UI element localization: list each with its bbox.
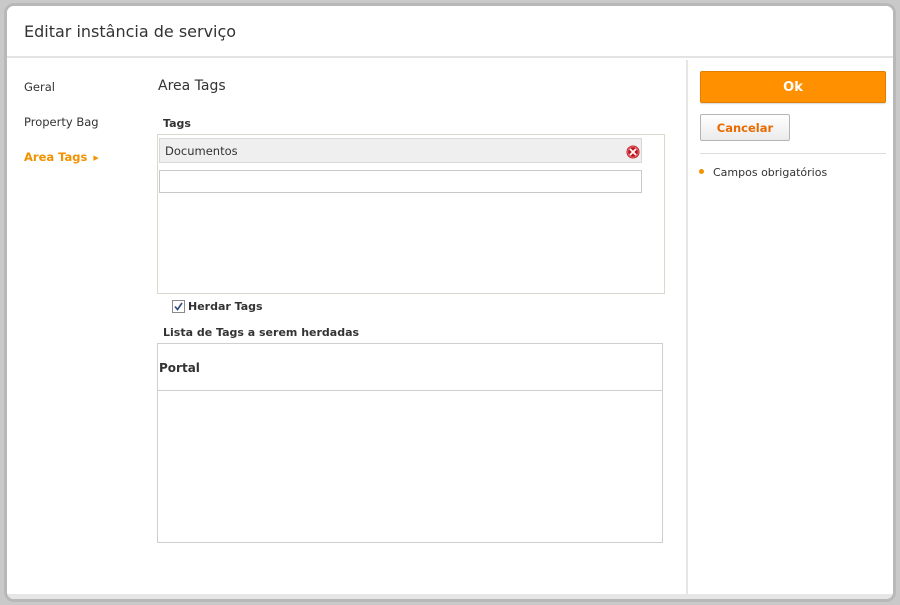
- required-fields-note: Campos obrigatórios: [699, 166, 827, 179]
- dialog-title: Editar instância de serviço: [24, 22, 237, 41]
- section-title: Area Tags: [158, 78, 226, 94]
- tag-chip-text: Documentos: [165, 144, 238, 158]
- tags-label: Tags: [163, 117, 191, 130]
- nav-item-property-bag[interactable]: Property Bag: [24, 115, 99, 129]
- edit-service-instance-dialog: Editar instância de serviço Geral Proper…: [4, 3, 896, 602]
- inherit-list-label: Lista de Tags a serem herdadas: [163, 326, 360, 339]
- nav-item-label: Property Bag: [24, 115, 99, 129]
- list-item: Portal: [158, 344, 662, 391]
- tag-input[interactable]: [159, 170, 642, 193]
- tag-chip: Documentos: [159, 138, 642, 163]
- nav-item-label: Geral: [24, 80, 55, 94]
- divider: [700, 153, 886, 154]
- triangle-right-icon: ▶: [93, 154, 99, 162]
- inherit-tags-checkbox[interactable]: [172, 300, 185, 313]
- checkmark-icon: [174, 302, 183, 311]
- inherit-list-box: Portal: [157, 343, 663, 543]
- bullet-dot-icon: [699, 169, 704, 174]
- left-nav: Geral Property Bag Area Tags ▶: [7, 60, 147, 599]
- cancel-button[interactable]: Cancelar: [700, 114, 790, 141]
- remove-circle-icon[interactable]: [626, 144, 640, 159]
- tags-box: Documentos: [157, 134, 665, 294]
- dialog-header: Editar instância de serviço: [7, 6, 893, 58]
- nav-item-area-tags[interactable]: Area Tags ▶: [24, 150, 99, 164]
- content-area: Area Tags Tags Documentos Herdar Tags Li…: [147, 60, 686, 599]
- ok-button[interactable]: Ok: [700, 71, 886, 103]
- required-fields-text: Campos obrigatórios: [713, 166, 828, 179]
- right-action-pane: Ok Cancelar Campos obrigatórios: [686, 60, 893, 599]
- inherit-tags-label: Herdar Tags: [188, 300, 263, 313]
- inherit-list-item-text: Portal: [159, 361, 200, 375]
- nav-item-geral[interactable]: Geral: [24, 80, 55, 94]
- dialog-footer-strip: [7, 594, 893, 599]
- nav-item-label: Area Tags: [24, 150, 88, 164]
